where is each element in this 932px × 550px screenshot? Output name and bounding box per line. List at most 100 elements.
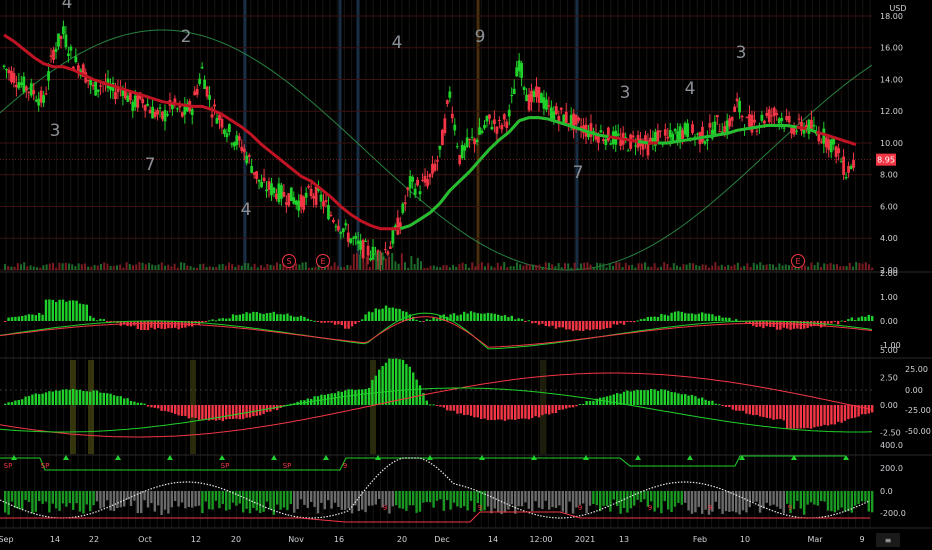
wave-count-label: 3 (50, 121, 61, 141)
signal-bar (551, 491, 554, 508)
volume-bar (45, 264, 48, 270)
candle (549, 107, 553, 120)
signal-bar (446, 491, 449, 501)
signal-bar (85, 491, 88, 505)
histogram-bar (129, 400, 133, 405)
oscillator-bar (762, 321, 765, 329)
candle (260, 182, 263, 188)
volume-bar (858, 262, 861, 270)
signal-bar (116, 491, 119, 509)
volume-bar (567, 263, 570, 270)
signal-bar (72, 491, 75, 510)
oscillator-bar (58, 299, 61, 321)
candle (540, 93, 543, 103)
pane4-axis-label: 400.0 (880, 441, 903, 450)
volume-bar (10, 266, 13, 270)
candle (141, 98, 145, 104)
volume-bar (605, 267, 608, 270)
histogram-bar (174, 405, 177, 414)
candle (344, 223, 348, 226)
oscillator-bar (633, 321, 636, 323)
histogram-bar (102, 392, 105, 405)
pane3-axis-label-left: -2.50 (880, 429, 901, 438)
candle (455, 146, 459, 148)
histogram-bar (374, 375, 377, 405)
oscillator-bar (157, 321, 160, 328)
settings-icon[interactable]: ≡ (885, 536, 892, 545)
oscillator-bar (860, 316, 864, 321)
signal-bar (99, 491, 102, 509)
oscillator-bar (711, 314, 714, 321)
histogram-bar (357, 389, 360, 405)
oscillator-bar (279, 314, 282, 321)
signal-bar (663, 491, 666, 502)
signal-bar (582, 491, 585, 504)
candle (282, 192, 286, 197)
volume-bar (279, 264, 282, 270)
oscillator-bar (486, 312, 490, 321)
volume-bar (199, 264, 202, 270)
histogram-bar (752, 405, 755, 416)
volume-bar (637, 263, 640, 270)
signal-bar (758, 491, 762, 513)
candle (91, 84, 95, 87)
time-axis-label: Nov (288, 535, 304, 544)
candle (478, 127, 481, 135)
candle (304, 192, 308, 198)
candle (314, 186, 318, 205)
candle (247, 155, 251, 157)
signal-bar (588, 491, 592, 506)
oscillator-bar (391, 307, 394, 321)
volume-bar (848, 262, 851, 270)
volume-bar (93, 264, 96, 270)
volume-bar (724, 266, 726, 270)
oscillator-bar (592, 321, 595, 330)
histogram-bar (272, 405, 275, 410)
candle (745, 117, 749, 119)
histogram-bar (201, 405, 204, 421)
histogram-bar (796, 405, 799, 429)
volume-bar (400, 253, 403, 270)
histogram-bar (534, 405, 537, 417)
candle (418, 191, 422, 195)
oscillator-bar (656, 317, 660, 321)
signal-bar (262, 491, 265, 512)
candle (500, 125, 504, 130)
signal-bar (21, 491, 24, 510)
oscillator-bar (211, 319, 214, 321)
histogram-bar (809, 405, 813, 429)
oscillator-signal-line (0, 312, 873, 350)
candle (760, 114, 764, 121)
signal-bar (847, 491, 850, 512)
histogram-bar (724, 405, 728, 407)
histogram-bar (354, 390, 357, 405)
signal-bar (184, 491, 187, 509)
histogram-bar (517, 405, 520, 419)
oscillator-bar (364, 314, 367, 321)
oscillator-bar (381, 308, 384, 321)
signal-bar (167, 491, 170, 514)
histogram-bar (531, 405, 534, 419)
pane4-axis-label: -200.0 (880, 509, 906, 518)
signal-bar (378, 491, 381, 500)
oscillator-bar (146, 321, 150, 331)
chart-canvas[interactable]: 432 474973 43S E EUSD18.0016.0014.0012.0010.… (0, 0, 932, 550)
volume-bar (583, 262, 586, 270)
oscillator-bar (531, 321, 534, 324)
histogram-bar (588, 400, 592, 405)
candle (324, 200, 328, 202)
volume-bar (810, 262, 813, 270)
histogram-bar (347, 389, 350, 405)
signal-bar (361, 491, 364, 510)
volume-bar (20, 264, 22, 270)
histogram-bar (537, 405, 541, 418)
signal-bar (548, 491, 551, 510)
candle (114, 92, 117, 100)
pane2-axis-label: 2.00 (880, 269, 898, 278)
candle (146, 103, 150, 106)
oscillator-bar (82, 304, 85, 321)
signal-bar (463, 491, 466, 507)
candle (156, 109, 159, 115)
candle (235, 135, 239, 145)
candle (223, 129, 226, 134)
